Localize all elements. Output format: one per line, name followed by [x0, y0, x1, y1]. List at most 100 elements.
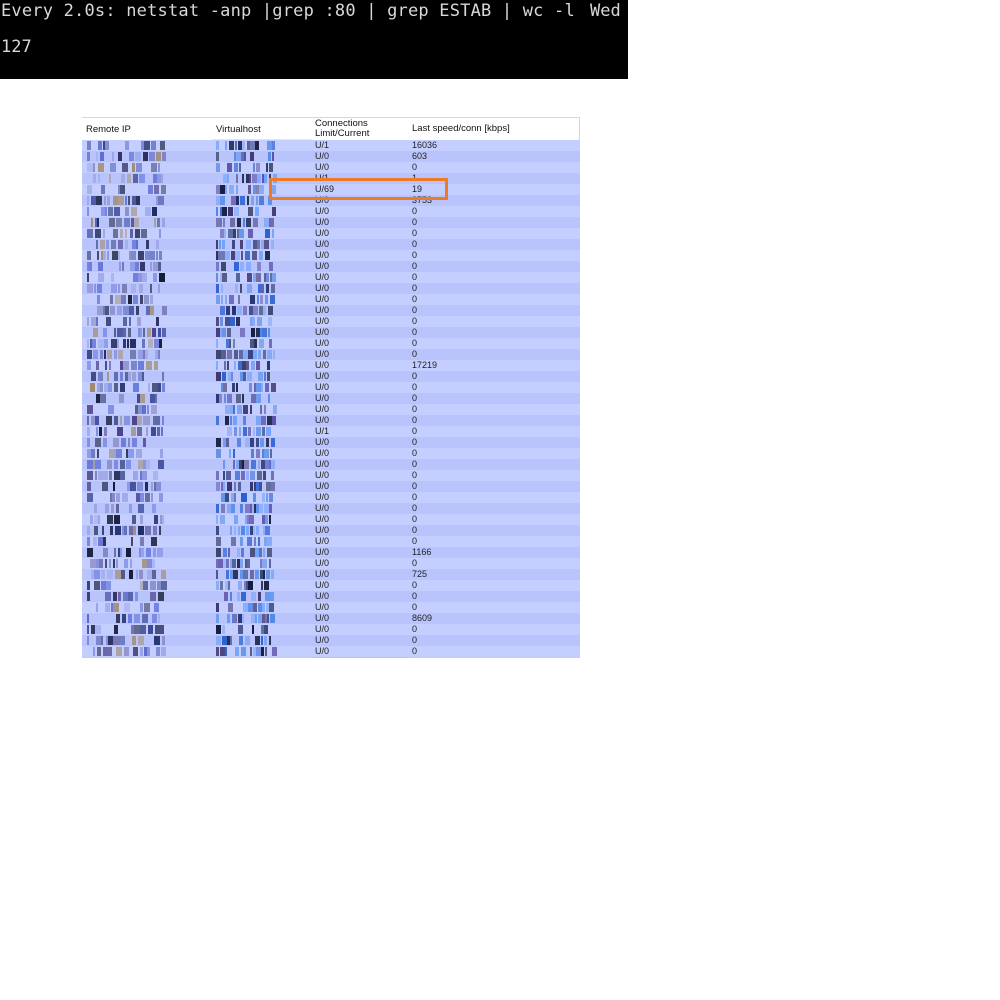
virtualhost-redacted — [216, 482, 276, 491]
virtualhost-redacted — [216, 218, 276, 227]
table-row: U/0 0 — [82, 635, 580, 646]
redaction-pixel — [257, 262, 261, 271]
redaction-pixel — [264, 174, 267, 183]
redaction-pixel — [271, 240, 274, 249]
redaction-pixel — [261, 581, 263, 590]
speed-cell: 0 — [412, 646, 418, 656]
redaction-pixel — [145, 350, 148, 359]
virtualhost-redacted — [216, 570, 276, 579]
speed-cell: 17219 — [412, 360, 438, 370]
virtualhost-redacted — [216, 361, 276, 370]
redaction-pixel — [143, 328, 145, 337]
redaction-pixel — [271, 482, 275, 491]
virtualhost-redacted — [216, 240, 276, 249]
speed-cell: 0 — [412, 536, 418, 546]
remote-ip-redacted — [85, 295, 165, 304]
speed-cell: 0 — [412, 580, 418, 590]
redaction-pixel — [151, 405, 157, 414]
redaction-pixel — [158, 350, 160, 359]
redaction-pixel — [273, 405, 277, 414]
virtualhost-redacted — [216, 284, 276, 293]
redaction-pixel — [87, 614, 89, 623]
redaction-pixel — [106, 240, 109, 249]
redaction-pixel — [234, 482, 236, 491]
redaction-pixel — [232, 383, 235, 392]
redaction-pixel — [94, 284, 96, 293]
speed-cell: 19 — [412, 184, 423, 194]
redaction-pixel — [137, 317, 141, 326]
redaction-pixel — [246, 240, 251, 249]
speed-cell: 0 — [412, 459, 418, 469]
redaction-pixel — [239, 229, 244, 238]
redaction-pixel — [114, 548, 116, 557]
redaction-pixel — [162, 515, 164, 524]
remote-ip-redacted — [85, 515, 165, 524]
redaction-pixel — [230, 317, 235, 326]
redaction-pixel — [264, 240, 269, 249]
redaction-pixel — [234, 350, 238, 359]
redaction-pixel — [271, 383, 276, 392]
redaction-pixel — [262, 493, 265, 502]
redaction-pixel — [227, 482, 232, 491]
redaction-pixel — [121, 295, 126, 304]
redaction-pixel — [98, 141, 102, 150]
redaction-pixel — [125, 229, 127, 238]
speed-cell: 0 — [412, 503, 418, 513]
connections-cell: U/0 — [315, 151, 330, 161]
virtualhost-redacted — [216, 152, 276, 161]
redaction-pixel — [160, 141, 165, 150]
redaction-pixel — [233, 570, 238, 579]
redaction-pixel — [236, 196, 239, 205]
redaction-pixel — [150, 284, 152, 293]
redaction-pixel — [258, 460, 260, 469]
virtualhost-redacted — [216, 504, 276, 513]
redaction-pixel — [95, 625, 101, 634]
virtualhost-redacted — [216, 592, 276, 601]
redaction-pixel — [156, 482, 161, 491]
redaction-pixel — [216, 317, 219, 326]
remote-ip-redacted — [85, 438, 165, 447]
redaction-pixel — [119, 262, 121, 271]
redaction-pixel — [223, 548, 227, 557]
redaction-pixel — [122, 284, 127, 293]
table-row: U/0 0 — [82, 338, 580, 349]
redaction-pixel — [267, 548, 272, 557]
redaction-pixel — [87, 251, 91, 260]
redaction-pixel — [262, 427, 265, 436]
redaction-pixel — [125, 141, 129, 150]
redaction-pixel — [244, 460, 249, 469]
redaction-pixel — [87, 317, 89, 326]
redaction-pixel — [245, 493, 247, 502]
redaction-pixel — [128, 295, 132, 304]
connections-cell: U/0 — [315, 338, 330, 348]
redaction-pixel — [235, 471, 240, 480]
table-row: U/0 3753 — [82, 195, 580, 206]
speed-cell: 603 — [412, 151, 428, 161]
redaction-pixel — [126, 460, 131, 469]
redaction-pixel — [268, 317, 272, 326]
redaction-pixel — [271, 284, 275, 293]
remote-ip-redacted — [85, 647, 166, 656]
redaction-pixel — [94, 570, 100, 579]
connections-cell: U/0 — [315, 327, 330, 337]
redaction-pixel — [136, 449, 142, 458]
redaction-pixel — [97, 449, 99, 458]
connections-cell: U/0 — [315, 217, 330, 227]
redaction-pixel — [229, 141, 234, 150]
redaction-pixel — [259, 482, 262, 491]
table-row: U/0 0 — [82, 206, 580, 217]
remote-ip-redacted — [85, 449, 165, 458]
redaction-pixel — [216, 273, 218, 282]
remote-ip-redacted — [85, 174, 165, 183]
redaction-pixel — [150, 581, 156, 590]
redaction-pixel — [216, 647, 219, 656]
table-row: U/0 0 — [82, 646, 580, 657]
speed-cell: 0 — [412, 437, 418, 447]
redaction-pixel — [241, 647, 246, 656]
redaction-pixel — [123, 339, 126, 348]
redaction-pixel — [107, 350, 112, 359]
redaction-pixel — [219, 394, 222, 403]
connections-cell: U/0 — [315, 371, 330, 381]
redaction-pixel — [263, 570, 265, 579]
redaction-pixel — [124, 559, 128, 568]
